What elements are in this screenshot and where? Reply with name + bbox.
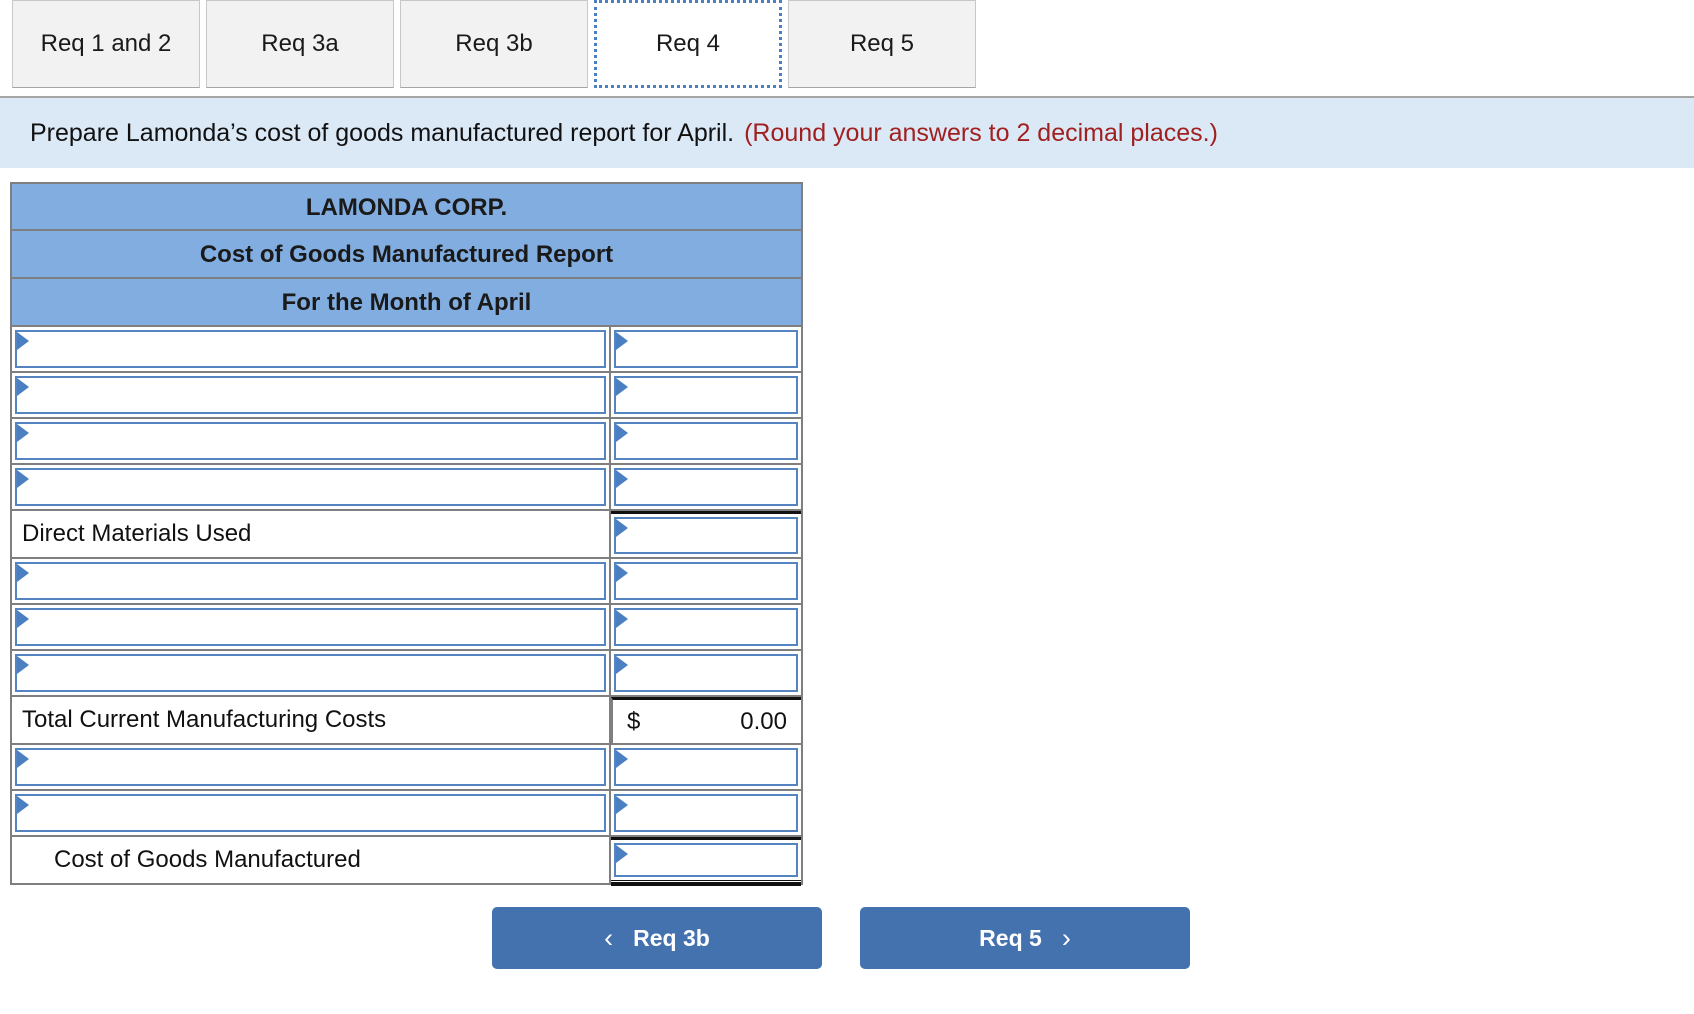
tab-label: Req 4 <box>655 30 721 57</box>
cost-of-goods-manufactured-input[interactable] <box>614 843 798 877</box>
table-row <box>12 791 801 837</box>
row-value-cell <box>611 651 801 695</box>
row-value-cell <box>611 419 801 463</box>
cost-of-goods-manufactured-table: LAMONDA CORP. Cost of Goods Manufactured… <box>10 182 803 885</box>
tab-req-5[interactable]: Req 5 <box>788 0 976 88</box>
amount-input-3[interactable] <box>614 422 798 460</box>
table-row-direct-materials-used: Direct Materials Used <box>12 511 801 559</box>
row-label-cell: Total Current Manufacturing Costs <box>12 697 611 743</box>
row-label-cell: Direct Materials Used <box>12 511 611 557</box>
amount-input-4[interactable] <box>614 468 798 506</box>
tab-req-3b[interactable]: Req 3b <box>400 0 588 88</box>
table-row <box>12 465 801 511</box>
tab-req-1-and-2[interactable]: Req 1 and 2 <box>12 0 200 88</box>
direct-materials-used-input[interactable] <box>614 517 798 554</box>
row-value-cell <box>611 559 801 603</box>
account-select-1[interactable] <box>15 330 606 368</box>
currency-symbol: $ <box>627 707 641 735</box>
row-value-cell <box>611 511 801 557</box>
row-value-cell <box>611 837 801 883</box>
amount-input-10[interactable] <box>614 748 798 786</box>
row-label-cell <box>12 465 611 509</box>
cost-of-goods-manufactured-label: Cost of Goods Manufactured <box>54 846 361 873</box>
row-label-cell: Cost of Goods Manufactured <box>12 837 611 883</box>
rounding-hint: (Round your answers to 2 decimal places.… <box>744 118 1218 147</box>
amount-text: 0.00 <box>740 707 787 735</box>
next-button-label: Req 5 <box>979 924 1042 951</box>
tab-req-4[interactable]: Req 4 <box>594 0 782 88</box>
row-label-cell <box>12 745 611 789</box>
amount-input-2[interactable] <box>614 376 798 414</box>
table-row <box>12 605 801 651</box>
row-label-cell <box>12 419 611 463</box>
row-label-cell <box>12 327 611 371</box>
row-value-cell: $ 0.00 <box>611 697 801 743</box>
row-label-cell <box>12 605 611 649</box>
direct-materials-used-label: Direct Materials Used <box>22 520 252 547</box>
table-row-total-current-manufacturing-costs: Total Current Manufacturing Costs $ 0.00 <box>12 697 801 745</box>
account-select-11[interactable] <box>15 794 606 832</box>
table-title-row-2: Cost of Goods Manufactured Report <box>12 231 801 279</box>
table-row <box>12 373 801 419</box>
table-row <box>12 559 801 605</box>
table-row <box>12 327 801 373</box>
prev-button-label: Req 3b <box>633 924 710 951</box>
row-value-cell <box>611 373 801 417</box>
account-select-10[interactable] <box>15 748 606 786</box>
account-select-2[interactable] <box>15 376 606 414</box>
amount-input-8[interactable] <box>614 654 798 692</box>
row-value-cell <box>611 327 801 371</box>
row-value-cell <box>611 465 801 509</box>
tab-label: Req 5 <box>849 30 915 57</box>
tab-label: Req 1 and 2 <box>40 30 172 57</box>
account-select-6[interactable] <box>15 562 606 600</box>
row-label-cell <box>12 651 611 695</box>
report-name-title: Cost of Goods Manufactured Report <box>12 231 801 279</box>
next-req-5-button[interactable]: Req 5 › <box>860 907 1190 969</box>
table-row-cost-of-goods-manufactured: Cost of Goods Manufactured <box>12 837 801 883</box>
table-row <box>12 745 801 791</box>
account-select-3[interactable] <box>15 422 606 460</box>
table-row <box>12 419 801 465</box>
table-title-row-1: LAMONDA CORP. <box>12 184 801 231</box>
account-select-4[interactable] <box>15 468 606 506</box>
amount-input-6[interactable] <box>614 562 798 600</box>
row-value-cell <box>611 791 801 835</box>
tab-label: Req 3a <box>261 30 339 57</box>
amount-input-11[interactable] <box>614 794 798 832</box>
report-period-title: For the Month of April <box>12 279 801 327</box>
account-select-8[interactable] <box>15 654 606 692</box>
total-current-manufacturing-costs-label: Total Current Manufacturing Costs <box>22 706 387 733</box>
chevron-left-icon: ‹ <box>604 922 614 953</box>
tab-strip: Req 1 and 2 Req 3a Req 3b Req 4 Req 5 <box>0 0 1694 96</box>
row-value-cell <box>611 745 801 789</box>
row-label-cell <box>12 791 611 835</box>
chevron-right-icon: › <box>1061 922 1071 953</box>
row-label-cell <box>12 373 611 417</box>
instruction-text: Prepare Lamonda’s cost of goods manufact… <box>30 118 735 147</box>
row-value-cell <box>611 605 801 649</box>
prev-req-3b-button[interactable]: ‹ Req 3b <box>492 907 822 969</box>
amount-input-7[interactable] <box>614 608 798 646</box>
amount-input-1[interactable] <box>614 330 798 368</box>
tab-label: Req 3b <box>455 30 533 57</box>
table-title-row-3: For the Month of April <box>12 279 801 327</box>
report-company-title: LAMONDA CORP. <box>12 184 801 231</box>
instruction-banner: Prepare Lamonda’s cost of goods manufact… <box>0 96 1694 168</box>
row-label-cell <box>12 559 611 603</box>
navigation-bar: ‹ Req 3b Req 5 › <box>0 907 1694 969</box>
account-select-7[interactable] <box>15 608 606 646</box>
table-row <box>12 651 801 697</box>
tab-req-3a[interactable]: Req 3a <box>206 0 394 88</box>
total-current-manufacturing-costs-value: $ 0.00 <box>611 697 801 743</box>
